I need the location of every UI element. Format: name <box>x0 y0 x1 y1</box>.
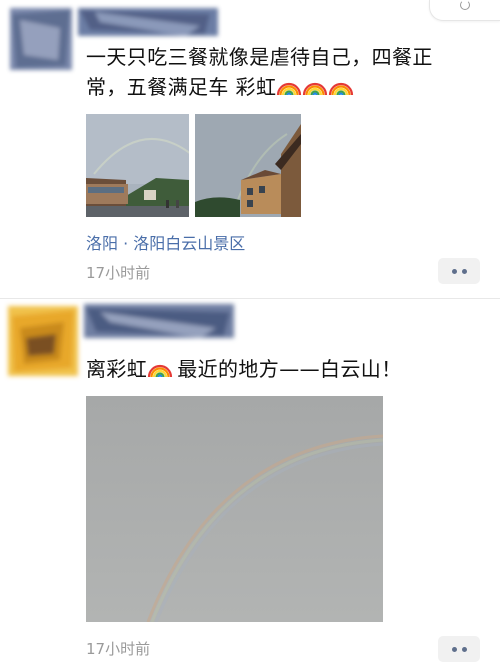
location-link[interactable]: 洛阳 · 洛阳白云山景区 <box>86 230 245 254</box>
more-options-button[interactable] <box>438 258 480 284</box>
post-text: 离彩虹 最近的地方——白云山！ <box>86 354 402 384</box>
post-timestamp: 17小时前 <box>86 264 151 282</box>
rainbow-photo-sky[interactable] <box>86 396 383 622</box>
rainbow-photo-building[interactable] <box>195 114 301 217</box>
more-dot-icon <box>451 268 457 274</box>
rainbow-photo-hotel[interactable] <box>86 114 189 217</box>
post-text-line-1: 一天只吃三餐就像是虐待自己，四餐正 <box>86 45 433 69</box>
post-text-line-2: 常，五餐满足车 彩虹 <box>86 72 433 102</box>
more-dot-icon <box>461 646 467 652</box>
moment-post-1: 一天只吃三餐就像是虐待自己，四餐正 常，五餐满足车 彩虹 洛阳 · 洛阳白云山景… <box>0 0 500 300</box>
rainbow-emoji-icon <box>329 82 354 96</box>
rainbow-emoji-icon <box>277 82 302 96</box>
post-text-after: 最近的地方——白云山！ <box>177 357 402 381</box>
moment-post-2: 离彩虹 最近的地方——白云山！ 17小时前 <box>0 298 500 672</box>
post-timestamp: 17小时前 <box>86 640 151 658</box>
post-text: 一天只吃三餐就像是虐待自己，四餐正 常，五餐满足车 彩虹 <box>86 42 433 102</box>
post-text-line-2-text: 常，五餐满足车 彩虹 <box>86 75 277 99</box>
more-options-button[interactable] <box>438 636 480 662</box>
post-text-before: 离彩虹 <box>86 357 148 381</box>
more-dot-icon <box>461 268 467 274</box>
more-dot-icon <box>451 646 457 652</box>
rainbow-emoji-icon <box>148 364 173 378</box>
rainbow-emoji-icon <box>303 82 328 96</box>
